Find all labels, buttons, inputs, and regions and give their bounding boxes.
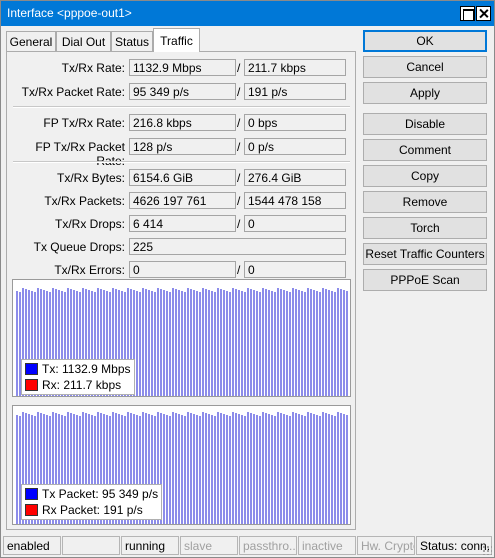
resize-grip-icon[interactable] [482,545,492,555]
tx-rx-bytes-label: Tx/Rx Bytes: [56,171,125,185]
tx-packet-rate-field: 95 349 p/s [129,83,236,100]
rx-color-swatch [25,504,38,516]
torch-button[interactable]: Torch [363,217,487,239]
legend-tx-packet-label: Tx Packet: 95 349 p/s [42,487,159,501]
window-title: Interface <pppoe-out1> [7,6,132,20]
tx-color-swatch [25,363,38,375]
tx-rx-drops-label: Tx/Rx Drops: [54,217,125,231]
separator-slash: / [237,217,241,231]
tab-traffic[interactable]: Traffic [153,28,200,52]
traffic-rate-legend: Tx: 1132.9 Mbps Rx: 211.7 kbps [21,359,135,395]
rx-color-swatch [25,379,38,391]
disable-button[interactable]: Disable [363,113,487,135]
status-inactive: inactive [298,536,356,555]
cancel-button[interactable]: Cancel [363,56,487,78]
tx-queue-drops-field: 225 [129,238,346,255]
legend-tx-packet: Tx Packet: 95 349 p/s [25,486,158,502]
status-bar: enabled running slave passthro... inacti… [1,534,494,557]
fp-tx-rx-packet-rate-label: FP Tx/Rx Packet Rate: [35,140,125,168]
remove-button[interactable]: Remove [363,191,487,213]
pppoe-scan-button[interactable]: PPPoE Scan [363,269,487,291]
packet-rate-graph: Tx Packet: 95 349 p/s Rx Packet: 191 p/s [12,405,351,525]
maximize-icon[interactable] [460,6,475,21]
separator-slash: / [237,263,241,277]
divider [13,106,350,108]
tx-packets-field: 4626 197 761 [129,192,236,209]
rx-errors-field: 0 [244,261,346,278]
separator-slash: / [237,140,241,154]
fp-tx-rx-rate-label: FP Tx/Rx Rate: [43,116,125,130]
tx-errors-field: 0 [129,261,236,278]
rx-rate-field: 211.7 kbps [244,59,346,76]
tab-status[interactable]: Status [111,31,153,52]
legend-tx: Tx: 1132.9 Mbps [25,361,131,377]
interface-window: Interface <pppoe-out1> General Dial Out … [0,0,495,558]
tx-bytes-field: 6154.6 GiB [129,169,236,186]
tx-color-swatch [25,488,38,500]
status-empty [62,536,120,555]
legend-rx: Rx: 211.7 kbps [25,377,131,393]
reset-traffic-counters-button[interactable]: Reset Traffic Counters [363,243,487,265]
legend-rx-packet-label: Rx Packet: 191 p/s [42,503,143,517]
legend-rx-label: Rx: 211.7 kbps [42,378,122,392]
rx-drops-field: 0 [244,215,346,232]
tab-general[interactable]: General [6,31,56,52]
separator-slash: / [237,61,241,75]
fp-rx-packet-rate-field: 0 p/s [244,138,346,155]
apply-button[interactable]: Apply [363,82,487,104]
separator-slash: / [237,116,241,130]
fp-tx-packet-rate-field: 128 p/s [129,138,236,155]
tx-rx-errors-label: Tx/Rx Errors: [54,263,125,277]
traffic-rate-graph: Tx: 1132.9 Mbps Rx: 211.7 kbps [12,279,351,397]
separator-slash: / [237,171,241,185]
fp-tx-rate-field: 216.8 kbps [129,114,236,131]
legend-rx-packet: Rx Packet: 191 p/s [25,502,158,518]
status-passthrough: passthro... [239,536,297,555]
title-bar[interactable]: Interface <pppoe-out1> [1,1,494,26]
tab-dial-out[interactable]: Dial Out [56,31,111,52]
tx-drops-field: 6 414 [129,215,236,232]
status-hw-crypto: Hw. Crypto [357,536,415,555]
tx-queue-drops-label: Tx Queue Drops: [33,240,125,254]
status-enabled: enabled [3,536,61,555]
ok-button[interactable]: OK [363,30,487,52]
traffic-panel: Tx/Rx Rate: 1132.9 Mbps / 211.7 kbps Tx/… [6,51,356,530]
rx-packet-rate-field: 191 p/s [244,83,346,100]
comment-button[interactable]: Comment [363,139,487,161]
packet-rate-legend: Tx Packet: 95 349 p/s Rx Packet: 191 p/s [21,484,163,520]
separator-slash: / [237,194,241,208]
status-connection: Status: conn... [416,536,492,555]
legend-tx-label: Tx: 1132.9 Mbps [42,362,131,376]
status-running: running [121,536,179,555]
tx-rx-packet-rate-label: Tx/Rx Packet Rate: [21,85,125,99]
separator-slash: / [237,85,241,99]
rx-bytes-field: 276.4 GiB [244,169,346,186]
copy-button[interactable]: Copy [363,165,487,187]
status-slave: slave [180,536,238,555]
fp-rx-rate-field: 0 bps [244,114,346,131]
tx-rx-packets-label: Tx/Rx Packets: [44,194,125,208]
tx-rx-rate-label: Tx/Rx Rate: [61,61,125,75]
divider [13,161,350,163]
tx-rate-field: 1132.9 Mbps [129,59,236,76]
rx-packets-field: 1544 478 158 [244,192,346,209]
close-icon[interactable] [476,6,491,21]
